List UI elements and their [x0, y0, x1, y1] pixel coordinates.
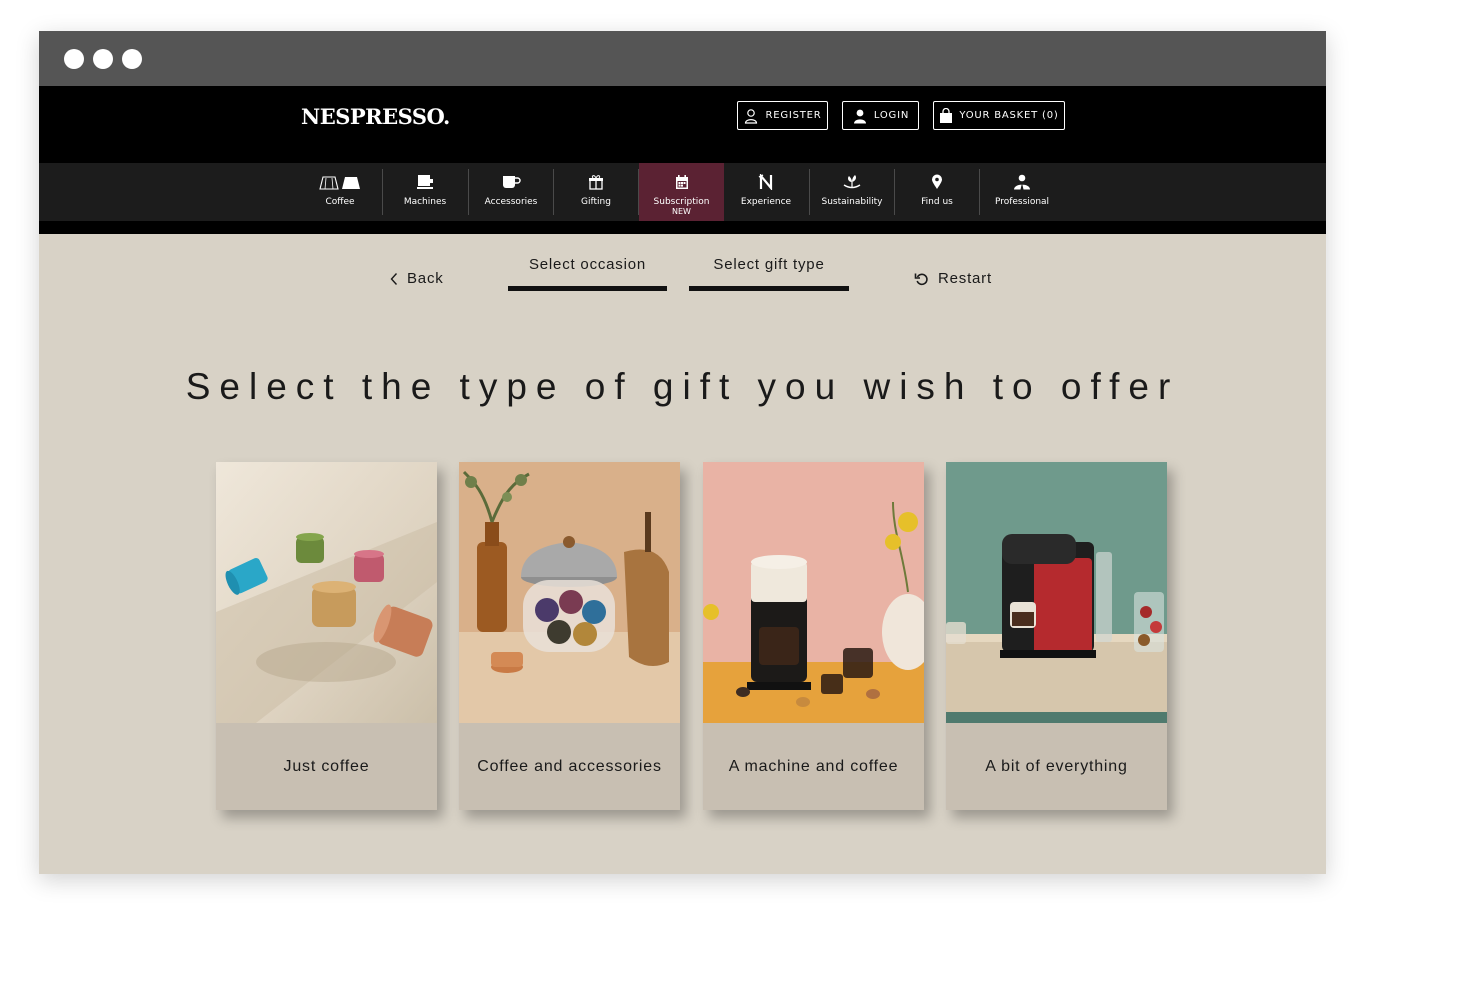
nav-item-gifting[interactable]: Gifting: [554, 163, 638, 221]
calendar-icon: [674, 173, 690, 191]
nav-item-subscription[interactable]: Subscription NEW: [639, 163, 724, 221]
nav-item-coffee[interactable]: Coffee: [298, 163, 382, 221]
login-label: LOGIN: [873, 110, 910, 121]
nav-item-experience[interactable]: Experience: [724, 163, 808, 221]
nespresso-n-icon: [758, 173, 774, 191]
nav-item-find-us[interactable]: Find us: [895, 163, 979, 221]
card-label: A bit of everything: [985, 757, 1128, 775]
login-button[interactable]: LOGIN: [842, 101, 919, 130]
register-button[interactable]: REGISTER: [737, 101, 828, 130]
register-label: REGISTER: [765, 110, 822, 121]
window-dot-maximize[interactable]: [122, 49, 142, 69]
nav-label: Find us: [921, 197, 953, 207]
nav-label: Accessories: [484, 197, 538, 207]
gift-card-machine-and-coffee[interactable]: A machine and coffee: [703, 462, 924, 810]
step-select-occasion[interactable]: Select occasion: [508, 256, 667, 273]
professional-icon: [1013, 173, 1031, 191]
card-label: Coffee and accessories: [477, 757, 662, 775]
capsules-photo: [216, 462, 437, 723]
restart-button[interactable]: Restart: [914, 270, 992, 287]
gift-icon: [588, 173, 604, 191]
back-label: Back: [407, 270, 444, 287]
basket-button[interactable]: YOUR BASKET (0): [933, 101, 1065, 130]
restart-icon: [914, 273, 928, 285]
back-button[interactable]: Back: [389, 270, 444, 287]
nav-item-accessories[interactable]: Accessories: [469, 163, 553, 221]
window-titlebar: [39, 31, 1326, 86]
main-nav: Coffee Machines Accessories Gifting Subs…: [39, 163, 1326, 234]
nav-label: Coffee: [325, 197, 355, 207]
step-select-gift-type[interactable]: Select gift type: [689, 256, 849, 273]
site-header: NESPRESSO. REGISTER LOGIN YOUR BASKET (0…: [39, 86, 1326, 163]
nav-label: Professional: [994, 197, 1050, 207]
user-outline-icon: [745, 108, 758, 124]
nav-new-badge: NEW: [672, 207, 691, 216]
nav-label: Gifting: [581, 197, 611, 207]
nespresso-logo[interactable]: NESPRESSO.: [301, 104, 450, 129]
location-pin-icon: [930, 173, 944, 191]
basket-label: YOUR BASKET (0): [959, 110, 1059, 121]
machine-photo: [703, 462, 924, 723]
gift-card-coffee-and-accessories[interactable]: Coffee and accessories: [459, 462, 680, 810]
accessories-photo: [459, 462, 680, 723]
cup-icon: [501, 173, 521, 191]
gift-selector: Back Select occasion Select gift type Re…: [39, 234, 1326, 874]
step-progress-bar-occasion: [508, 286, 667, 291]
gift-card-just-coffee[interactable]: Just coffee: [216, 462, 437, 810]
step-progress-bar-gift-type: [689, 286, 849, 291]
card-label: A machine and coffee: [728, 757, 899, 775]
window-dot-close[interactable]: [64, 49, 84, 69]
card-label: Just coffee: [283, 757, 370, 775]
user-icon: [853, 109, 866, 123]
nav-item-sustainability[interactable]: Sustainability: [810, 163, 894, 221]
nav-label: Subscription: [653, 197, 710, 207]
window-dot-minimize[interactable]: [93, 49, 113, 69]
gift-card-bit-of-everything[interactable]: A bit of everything: [946, 462, 1167, 810]
nav-label: Experience: [740, 197, 792, 207]
shopping-bag-icon: [940, 107, 953, 123]
nav-item-professional[interactable]: Professional: [980, 163, 1064, 221]
nav-label: Machines: [403, 197, 447, 207]
page-title: Select the type of gift you wish to offe…: [185, 366, 1180, 407]
coffee-capsule-icon: [318, 173, 362, 191]
chevron-left-icon: [390, 272, 398, 285]
everything-photo: [946, 462, 1167, 723]
machine-icon: [415, 173, 435, 191]
nav-item-machines[interactable]: Machines: [383, 163, 467, 221]
leaf-icon: [842, 173, 862, 191]
restart-label: Restart: [938, 270, 992, 287]
nav-label: Sustainability: [821, 197, 883, 207]
browser-window: NESPRESSO. REGISTER LOGIN YOUR BASKET (0…: [39, 31, 1326, 874]
